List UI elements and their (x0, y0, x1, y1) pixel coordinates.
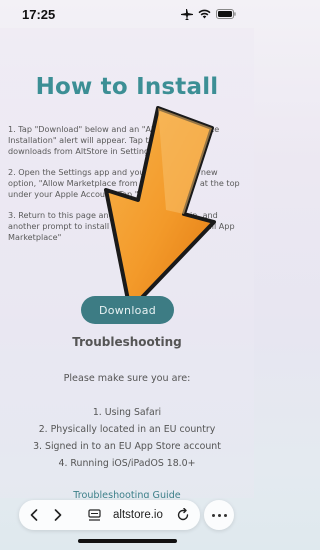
requirement-item: 3. Signed in to an EU App Store account (33, 441, 221, 452)
wifi-icon (198, 9, 211, 19)
requirement-item: 4. Running iOS/iPadOS 18.0+ (58, 458, 196, 469)
address-bar[interactable]: altstore.io (19, 500, 200, 530)
web-page: How to Install 1. Tap "Download" below a… (0, 28, 254, 498)
battery-icon (216, 9, 236, 19)
download-button[interactable]: Download (81, 296, 174, 324)
chevron-left-icon (30, 509, 38, 521)
airplane-icon (181, 8, 193, 20)
step-2: 2. Open the Settings app and you should … (8, 167, 240, 199)
step-3: 3. Return to this page and tap Download … (8, 210, 235, 242)
page-menu-button[interactable] (87, 508, 101, 522)
status-bar: 17:25 (0, 0, 254, 28)
page-settings-icon (87, 509, 101, 521)
url-text[interactable]: altstore.io (113, 509, 163, 521)
reload-icon[interactable] (176, 508, 190, 522)
more-button[interactable] (204, 500, 234, 530)
troubleshooting-guide-link[interactable]: Troubleshooting Guide (0, 490, 254, 498)
page-title: How to Install (35, 74, 219, 100)
status-icons (181, 8, 236, 20)
requirements-intro: Please make sure you are: (63, 373, 191, 384)
back-button[interactable] (23, 500, 45, 530)
install-steps: 1. Tap "Download" below and an "Allow Ma… (8, 124, 248, 253)
chevron-right-icon (54, 509, 62, 521)
requirement-item: 1. Using Safari (92, 407, 162, 418)
status-time: 17:25 (22, 6, 56, 22)
requirement-item: 2. Physically located in an EU country (38, 424, 216, 435)
more-dot-icon (223, 513, 227, 517)
step-1: 1. Tap "Download" below and an "Allow Ma… (8, 124, 220, 156)
troubleshooting-heading: Troubleshooting (72, 335, 182, 349)
requirements-list: 1. Using Safari 2. Physically located in… (0, 404, 254, 472)
more-dot-icon (217, 513, 221, 517)
forward-button[interactable] (47, 500, 69, 530)
home-indicator[interactable] (78, 539, 177, 543)
more-dot-icon (211, 513, 215, 517)
